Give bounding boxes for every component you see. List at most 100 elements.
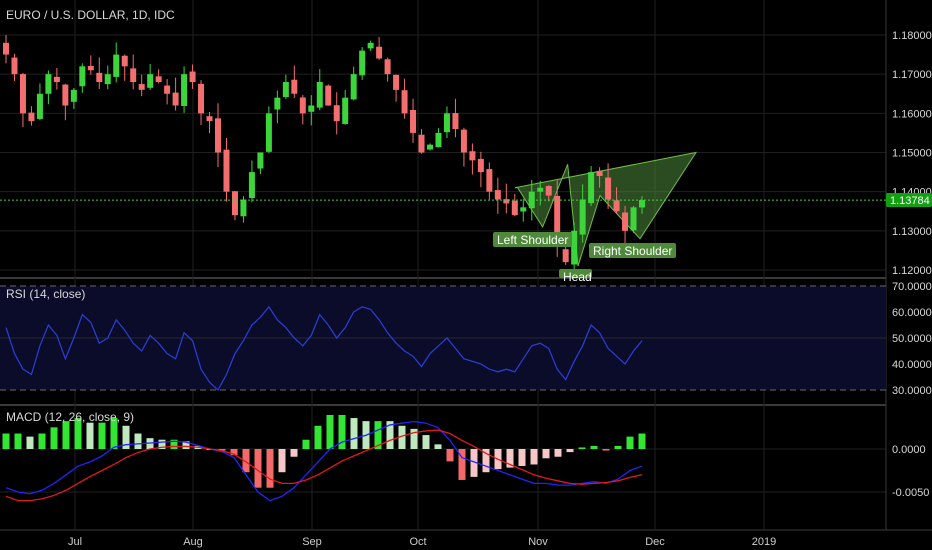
- price-tick-label: 1.17000: [892, 69, 932, 81]
- last-price-tag: 1.13784: [886, 193, 932, 207]
- macd-histogram-bar: [26, 436, 34, 449]
- candle-body: [477, 158, 484, 173]
- macd-histogram-bar: [98, 422, 106, 449]
- macd-histogram-bar: [14, 433, 22, 449]
- candle-body: [333, 105, 340, 122]
- macd-histogram-bar: [350, 418, 358, 449]
- candle-body: [350, 74, 357, 100]
- candle-body: [622, 212, 629, 231]
- candle-body: [96, 72, 103, 82]
- rsi-title[interactable]: RSI (14, close): [6, 287, 85, 301]
- candle-body: [62, 84, 69, 106]
- macd-title[interactable]: MACD (12, 26, close, 9): [6, 410, 134, 424]
- rsi-tick-label: 60.0000: [892, 307, 932, 319]
- candle-body: [571, 230, 578, 265]
- macd-histogram-bar: [614, 445, 622, 449]
- candle-body: [28, 112, 35, 122]
- macd-histogram-bar: [50, 427, 58, 449]
- candle-body: [393, 74, 400, 90]
- price-tick-label: 1.15000: [892, 148, 932, 160]
- candle-body: [248, 172, 255, 199]
- candle-body: [494, 190, 501, 200]
- candle-body: [376, 46, 383, 59]
- time-tick-label: Nov: [528, 536, 548, 548]
- candle-body: [443, 113, 450, 133]
- price-tick-label: 1.12000: [892, 265, 932, 277]
- candle-body: [613, 200, 620, 212]
- macd-histogram-bar: [302, 439, 310, 449]
- annotation-right-shoulder-text: Right Shoulder: [593, 244, 672, 258]
- candle-body: [435, 132, 442, 148]
- candle-body: [104, 74, 111, 85]
- candle-body: [325, 85, 332, 106]
- candle-body: [3, 42, 9, 55]
- macd-histogram-bar: [314, 425, 322, 449]
- macd-histogram-bar: [86, 422, 94, 449]
- candle-body: [384, 59, 391, 75]
- chart-background: [0, 0, 932, 550]
- candle-body: [231, 191, 238, 216]
- trading-chart[interactable]: Jul Aug Sep Oct Nov Dec 2019 1.18000 1.17000 1.16…: [0, 0, 932, 550]
- candle-body: [274, 97, 281, 110]
- candle-body: [79, 66, 86, 87]
- rsi-tick-label: 70.0000: [892, 281, 932, 293]
- candle-body: [36, 93, 43, 119]
- candle-body: [511, 200, 518, 216]
- candle-body: [410, 109, 417, 133]
- candle-body: [138, 84, 145, 90]
- annotation-head[interactable]: Head: [559, 269, 592, 284]
- candle-body: [520, 207, 527, 212]
- candle-body: [359, 50, 366, 76]
- candle-body: [630, 207, 637, 231]
- candle-body: [155, 76, 162, 82]
- candle-body: [282, 82, 289, 97]
- macd-histogram-bar: [38, 433, 46, 449]
- rsi-band: [0, 285, 886, 391]
- macd-histogram-bar: [434, 444, 442, 449]
- macd-histogram-bar: [2, 433, 10, 449]
- last-price-label: 1.13784: [890, 195, 930, 207]
- candle-body: [299, 97, 306, 114]
- candle-body: [401, 90, 408, 114]
- candle-body: [427, 144, 433, 150]
- candle-body: [181, 74, 188, 106]
- candle-body: [113, 54, 120, 77]
- macd-histogram-bar: [530, 449, 538, 465]
- price-tick-label: 1.16000: [892, 108, 932, 120]
- rsi-tick-label: 40.0000: [892, 359, 932, 371]
- macd-histogram-bar: [134, 433, 142, 449]
- candle-body: [11, 57, 18, 75]
- rsi-tick-label: 30.0000: [892, 385, 932, 397]
- macd-tick-label: 0.0000: [892, 444, 926, 456]
- candle-body: [460, 129, 467, 153]
- macd-histogram-bar: [422, 435, 430, 449]
- candle-body: [605, 177, 612, 200]
- candle-body: [418, 134, 425, 153]
- macd-histogram-bar: [602, 449, 610, 451]
- symbol-title[interactable]: EURO / U.S. DOLLAR, 1D, IDC: [6, 8, 175, 22]
- annotation-right-shoulder[interactable]: Right Shoulder: [589, 243, 676, 258]
- annotation-head-text: Head: [563, 270, 592, 284]
- candle-body: [596, 170, 603, 176]
- candle-body: [53, 76, 60, 82]
- candle-body: [639, 200, 645, 208]
- candle-body: [19, 74, 26, 114]
- price-tick-label: 1.13000: [892, 226, 932, 238]
- candle-body: [45, 74, 52, 94]
- macd-histogram-bar: [518, 449, 526, 467]
- time-tick-label: 2019: [752, 536, 776, 548]
- candle-body: [588, 172, 595, 204]
- macd-histogram-bar: [542, 449, 550, 459]
- candle-body: [469, 151, 476, 161]
- time-tick-label: Dec: [645, 536, 665, 548]
- candle-body: [189, 71, 196, 82]
- candle-body: [452, 113, 459, 129]
- time-tick-label: Jul: [68, 536, 82, 548]
- candle-body: [265, 113, 272, 152]
- candle-body: [121, 55, 128, 67]
- macd-histogram-bar: [278, 449, 286, 473]
- candle-body: [579, 199, 586, 235]
- annotation-left-shoulder[interactable]: Left Shoulder: [493, 232, 572, 247]
- macd-histogram-bar: [638, 433, 646, 449]
- candle-body: [223, 149, 230, 192]
